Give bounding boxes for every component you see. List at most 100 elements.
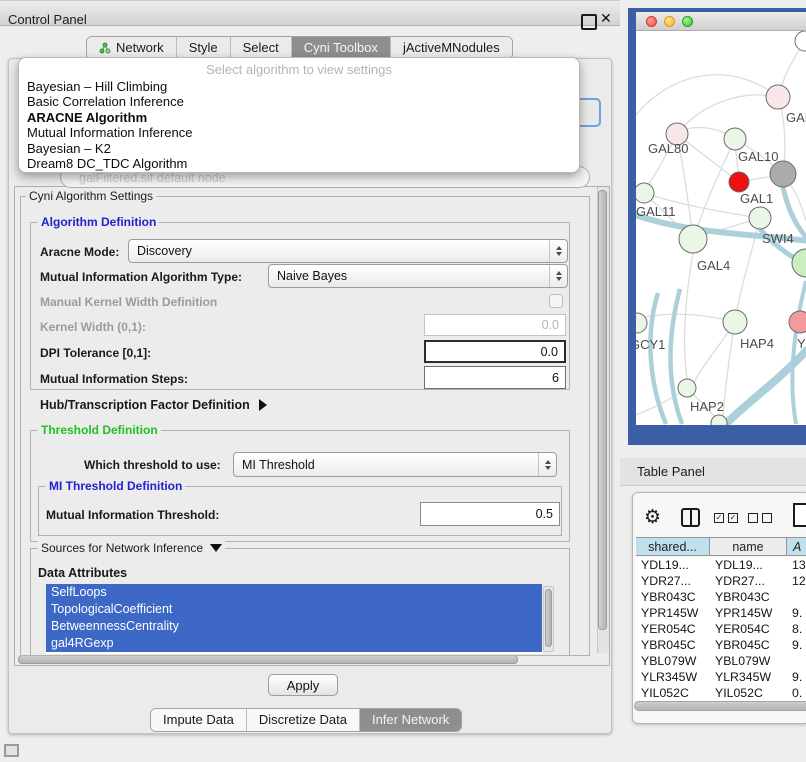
column-header-name[interactable]: name (710, 538, 787, 555)
close-panel-icon[interactable]: ✕ (600, 10, 612, 27)
network-window-titlebar[interactable] (636, 12, 806, 31)
table-row[interactable]: YIL052CYIL052C0. (636, 685, 806, 701)
column-header-shared-name[interactable]: shared... (636, 538, 710, 555)
node-gal10[interactable] (724, 128, 746, 150)
mi-type-label: Mutual Information Algorithm Type: (40, 270, 242, 284)
cell (787, 589, 806, 605)
table-row[interactable]: YDR27...YDR27...12 (636, 573, 806, 589)
table-horizontal-scrollbar-thumb[interactable] (634, 701, 806, 711)
cell: YDR27... (710, 573, 787, 589)
cell: YBL079W (636, 653, 710, 669)
node-unlabeled[interactable] (795, 31, 806, 51)
dropdown-item-selected[interactable]: ARACNE Algorithm (19, 110, 579, 125)
table-row[interactable]: YER054CYER054C8. (636, 621, 806, 637)
dropdown-placeholder: Select algorithm to view settings (19, 58, 579, 79)
network-node-labels: GAL GAL80 GAL10 GAL1 GAL11 SWI4 GAL4 GCY… (636, 110, 806, 414)
table-body[interactable]: YDL19...YDL19...13 YDR27...YDR27...12 YB… (636, 557, 806, 701)
attribute-item[interactable]: BetweennessCentrality (46, 618, 542, 635)
node-gal4[interactable] (679, 225, 707, 253)
select-all-columns-icon[interactable]: ✓✓ (714, 513, 738, 523)
column-layout-icon[interactable] (681, 508, 700, 527)
hub-definition-toggle[interactable]: Hub/Transcription Factor Definition (40, 398, 267, 412)
table-row[interactable]: YBL079WYBL079W (636, 653, 806, 669)
node-gray[interactable] (770, 161, 796, 187)
dpi-tolerance-field[interactable]: 0.0 (424, 340, 566, 363)
aracne-mode-select[interactable]: Discovery (128, 239, 568, 263)
dropdown-item[interactable]: Bayesian – Hill Climbing (19, 79, 579, 94)
tab-cyni-toolbox[interactable]: Cyni Toolbox (292, 37, 391, 59)
list-scrollbar-thumb[interactable] (545, 589, 552, 647)
data-attributes-list[interactable]: SelfLoops TopologicalCoefficient Between… (46, 584, 542, 654)
node-label: GAL80 (648, 141, 688, 156)
table-row[interactable]: YBR045CYBR045C9. (636, 637, 806, 653)
sources-group-header[interactable]: Sources for Network Inference (38, 541, 225, 555)
mi-threshold-field[interactable]: 0.5 (420, 502, 560, 526)
tab-jactivemnodules-label: jActiveMNodules (403, 37, 500, 59)
attribute-item[interactable]: SelfLoops (46, 584, 542, 601)
attribute-item[interactable]: TopologicalCoefficient (46, 601, 542, 618)
network-canvas[interactable]: GAL GAL80 GAL10 GAL1 GAL11 SWI4 GAL4 GCY… (636, 31, 806, 425)
node-gal11[interactable] (636, 183, 654, 203)
apply-button[interactable]: Apply (268, 674, 338, 696)
cell: YBL079W (710, 653, 787, 669)
tab-cyni-toolbox-label: Cyni Toolbox (304, 37, 378, 59)
cell (787, 653, 806, 669)
node-hap4[interactable] (723, 310, 747, 334)
minimized-panel-icon[interactable] (4, 744, 19, 757)
node-hap2[interactable] (678, 379, 696, 397)
table-row[interactable]: YLR345WYLR345W9. (636, 669, 806, 685)
float-panel-icon[interactable] (581, 14, 597, 30)
dropdown-item[interactable]: Basic Correlation Inference (19, 94, 579, 109)
column-header-clipped[interactable]: A (787, 538, 806, 555)
cell: 9. (787, 669, 806, 685)
tab-network-label: Network (116, 37, 164, 59)
zoom-window-icon[interactable] (682, 16, 693, 27)
tab-infer-network[interactable]: Infer Network (360, 709, 461, 731)
aracne-mode-label: Aracne Mode: (40, 245, 119, 259)
tab-network[interactable]: Network (87, 37, 177, 59)
deselect-all-columns-icon[interactable] (748, 513, 772, 523)
export-table-icon[interactable] (793, 503, 806, 527)
close-window-icon[interactable] (646, 16, 657, 27)
control-panel-titlebar (0, 0, 620, 26)
tab-jactivemnodules[interactable]: jActiveMNodules (391, 37, 512, 59)
kernel-width-field[interactable]: 0.0 (424, 314, 566, 336)
attribute-item[interactable]: gal4RGexp (46, 635, 542, 652)
tab-impute-data[interactable]: Impute Data (151, 709, 247, 731)
table-row[interactable]: YBR043CYBR043C (636, 589, 806, 605)
expand-arrow-icon (259, 399, 267, 411)
tab-select[interactable]: Select (231, 37, 292, 59)
which-threshold-value: MI Threshold (234, 453, 538, 476)
mi-type-select[interactable]: Naive Bayes (268, 264, 568, 288)
network-nodes[interactable] (636, 31, 806, 425)
cell: YER054C (710, 621, 787, 637)
table-settings-gear-icon[interactable]: ⚙ (644, 508, 661, 527)
vertical-scrollbar-thumb[interactable] (598, 190, 607, 630)
node-gal[interactable] (766, 85, 790, 109)
cell: YDR27... (636, 573, 710, 589)
dropdown-item[interactable]: Bayesian – K2 (19, 141, 579, 156)
algorithm-definition-title: Algorithm Definition (38, 215, 159, 229)
list-scrollbar[interactable] (543, 586, 554, 652)
dropdown-item[interactable]: Mutual Information Inference (19, 125, 579, 140)
which-threshold-select[interactable]: MI Threshold (233, 452, 557, 477)
tab-style[interactable]: Style (177, 37, 231, 59)
node-swi4[interactable] (749, 207, 771, 229)
manual-kernel-checkbox[interactable] (549, 294, 563, 308)
horizontal-scrollbar-thumb[interactable] (18, 655, 518, 664)
table-row[interactable]: YPR145WYPR145W9. (636, 605, 806, 621)
dropdown-item[interactable]: Dream8 DC_TDC Algorithm (19, 156, 579, 171)
node-unlabeled[interactable] (711, 415, 727, 425)
node-gal1[interactable] (729, 172, 749, 192)
manual-kernel-label: Manual Kernel Width Definition (40, 295, 217, 309)
minimize-window-icon[interactable] (664, 16, 675, 27)
mi-steps-field[interactable]: 6 (424, 366, 566, 389)
node-label: GAL4 (697, 258, 730, 273)
node-unlabeled[interactable] (792, 249, 806, 277)
node-label: HAP2 (690, 399, 724, 414)
table-row[interactable]: YDL19...YDL19...13 (636, 557, 806, 573)
node-gcy1[interactable] (636, 313, 647, 333)
cell: YLR345W (636, 669, 710, 685)
node-y[interactable] (789, 311, 806, 333)
tab-discretize-data[interactable]: Discretize Data (247, 709, 360, 731)
